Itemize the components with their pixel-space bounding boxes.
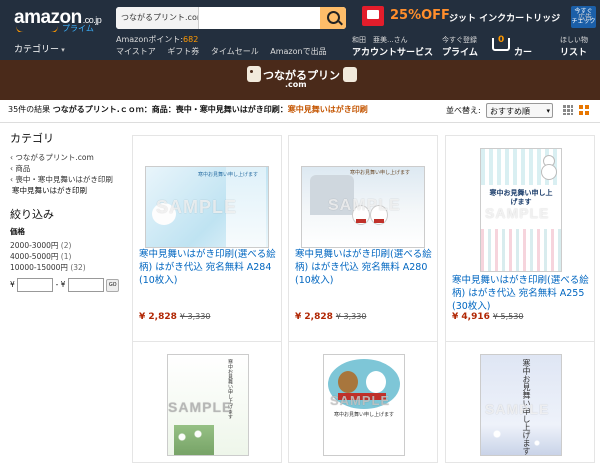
account-services[interactable]: アカウントサービス (352, 45, 433, 58)
sidebar-category-title: カテゴリ (10, 132, 54, 145)
sort-label: 並べ替え: (446, 106, 481, 115)
mascot-icon (247, 66, 261, 82)
sample-watermark: SAMPLE (156, 197, 238, 217)
points-display[interactable]: Amazonポイント:682 (116, 34, 198, 45)
search-input[interactable] (200, 7, 324, 29)
price-filter-option[interactable]: 2000-3000円 (2) (10, 240, 125, 251)
product-card[interactable]: 寒中お見舞い申し上げます SAMPLE 寒中見舞いはがき印刷(選べる絵柄) はが… (132, 135, 282, 345)
price-filter-title: 価格 (10, 227, 25, 236)
product-image[interactable]: 寒中お見舞い申し上げます SAMPLE (323, 354, 405, 456)
search-icon (327, 11, 340, 24)
price-filter-option[interactable]: 10000-15000円 (32) (10, 262, 125, 273)
product-price: ¥ 2,828 ¥ 3,330 (295, 312, 367, 322)
store-banner: つながるプリント .com (0, 60, 600, 100)
product-image[interactable]: 寒中お見舞い申し上げます SAMPLE (167, 354, 249, 456)
promo-text: ジット インクカートリッジ (449, 14, 561, 24)
store-logo[interactable]: つながるプリント .com (247, 66, 357, 94)
filter-title: 絞り込み (10, 208, 54, 221)
nav-link-sell[interactable]: Amazonで出品 (270, 47, 326, 56)
sample-watermark: SAMPLE (485, 205, 550, 221)
sample-watermark: SAMPLE (330, 393, 391, 408)
promo-discount: 25%OFF (390, 8, 450, 23)
sample-watermark: SAMPLE (168, 399, 233, 415)
product-title[interactable]: 寒中見舞いはがき印刷(選べる絵柄) はがき代込 宛名無料 A255 (30枚入) (452, 274, 594, 313)
cart-count: 0 (498, 35, 505, 45)
price-go-button[interactable]: GO (106, 278, 120, 292)
store-name: つながるプリント (263, 69, 351, 82)
result-count: 35件の結果 (8, 105, 51, 114)
breadcrumb-store[interactable]: つながるプリント.ｃｏｍ (53, 105, 144, 114)
product-card[interactable]: 寒中お見舞い申し上げます SAMPLE (445, 341, 595, 463)
sidebar-link-store[interactable]: ‹ つながるプリント.com (10, 152, 125, 163)
price-range-form: ¥ - ¥ GO (10, 278, 125, 292)
nav-link-giftcard[interactable]: ギフト券 (167, 47, 199, 56)
store-domain: .com (285, 80, 307, 89)
wishlist-link[interactable]: リスト (560, 45, 587, 58)
sort-dropdown[interactable]: おすすめ順 (486, 103, 553, 119)
product-price: ¥ 2,828 ¥ 3,330 (139, 312, 211, 322)
printer-icon (362, 6, 384, 26)
product-image[interactable]: 寒中お見舞い申し上げます SAMPLE (480, 354, 562, 456)
sidebar-current-category: 寒中見舞いはがき印刷 (12, 186, 87, 195)
product-card[interactable]: 寒中お見舞い申し上げます SAMPLE 寒中見舞いはがき印刷(選べる絵柄) はが… (445, 135, 595, 345)
breadcrumb-category[interactable]: 商品：喪中・寒中見舞いはがき印刷 (152, 105, 280, 114)
product-title[interactable]: 寒中見舞いはがき印刷(選べる絵柄) はがき代込 宛名無料 A280 (10枚入) (295, 248, 437, 287)
product-card[interactable]: 寒中お見舞い申し上げます SAMPLE (288, 341, 438, 463)
results-breadcrumb: 35件の結果 つながるプリント.ｃｏｍ：商品：喪中・寒中見舞いはがき印刷：寒中見… (8, 105, 368, 114)
sidebar-link-mochu[interactable]: ‹ 喪中・寒中見舞いはがき印刷 (10, 174, 125, 185)
product-price: ¥ 4,916 ¥ 5,530 (452, 312, 524, 322)
sample-watermark: SAMPLE (485, 401, 550, 417)
price-min-input[interactable] (17, 278, 54, 292)
sidebar: カテゴリ ‹ つながるプリント.com ‹ 商品 ‹ 喪中・寒中見舞いはがき印刷… (10, 130, 125, 292)
category-menu[interactable]: カテゴリー (14, 42, 65, 55)
product-image[interactable]: 寒中お見舞い申し上げます SAMPLE (145, 166, 269, 248)
nav-link-mystore[interactable]: マイストア (116, 47, 156, 56)
promo-banner[interactable]: 25%OFF ジット インクカートリッジ 今すぐ チェック (362, 6, 600, 30)
price-filter-option[interactable]: 4000-5000円 (1) (10, 251, 125, 262)
price-max-input[interactable] (67, 278, 104, 292)
product-image[interactable]: 寒中お見舞い申し上げます SAMPLE (301, 166, 425, 248)
search-category-dropdown[interactable]: つながるプリント.com (116, 7, 199, 29)
cart-button[interactable]: 0 カート (492, 35, 538, 71)
nav-links: マイストア ギフト券 タイムセール Amazonで出品 (116, 46, 336, 57)
printer-mascot-icon (343, 67, 357, 82)
product-card[interactable]: 寒中お見舞い申し上げます SAMPLE 寒中見舞いはがき印刷(選べる絵柄) はが… (288, 135, 438, 345)
card-greeting: 寒中お見舞い申し上げます (333, 412, 394, 418)
account-greeting[interactable]: 和田 亜美...さん (352, 35, 408, 45)
sample-watermark: SAMPLE (328, 197, 401, 214)
search-button[interactable] (320, 7, 346, 29)
list-view-icon[interactable] (563, 105, 573, 115)
prime-signup[interactable]: 今すぐ登録 (442, 35, 477, 45)
ad-label: 広告 (578, 13, 592, 21)
card-greeting: 寒中お見舞い申し上げます (198, 172, 259, 178)
nav-link-timesale[interactable]: タイムセール (211, 47, 259, 56)
product-title[interactable]: 寒中見舞いはがき印刷(選べる絵柄) はがき代込 宛名無料 A284 (10枚入) (139, 248, 281, 287)
product-image[interactable]: 寒中お見舞い申し上げます SAMPLE (480, 148, 562, 272)
search-bar: つながるプリント.com (116, 7, 346, 29)
grid-view-icon[interactable] (579, 105, 589, 115)
card-greeting: 寒中お見舞い申し上げます (350, 170, 411, 176)
product-card[interactable]: 寒中お見舞い申し上げます SAMPLE (132, 341, 282, 463)
breadcrumb-current: 寒中見舞いはがき印刷 (287, 105, 368, 114)
wishlist-top[interactable]: ほしい物 (560, 35, 588, 45)
sidebar-link-products[interactable]: ‹ 商品 (10, 163, 125, 174)
prime-link[interactable]: プライム (442, 45, 478, 58)
